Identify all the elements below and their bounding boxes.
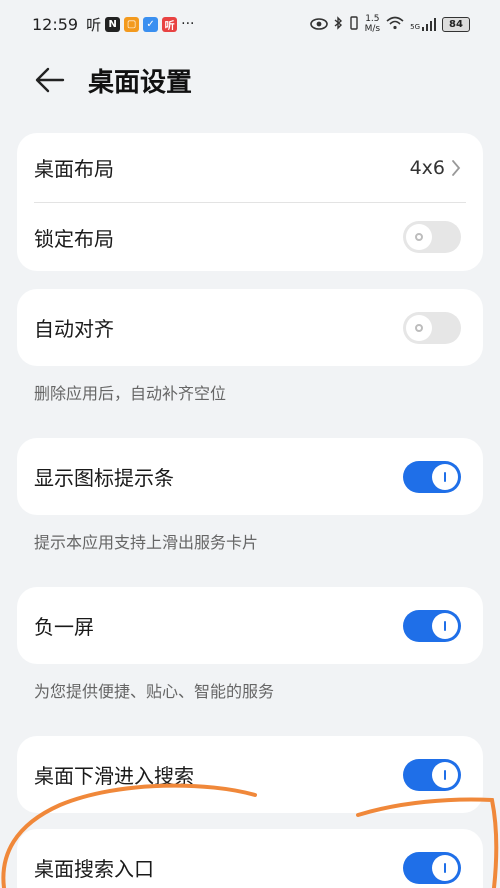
icon-hint-label: 显示图标提示条 (34, 466, 174, 490)
toggle-knob (432, 854, 458, 881)
layout-card: 桌面布局 4x6 锁定布局 (17, 133, 483, 271)
auto-align-label: 自动对齐 (34, 317, 114, 341)
header: 桌面设置 (0, 52, 500, 108)
desktop-layout-label: 桌面布局 (34, 157, 114, 181)
desktop-layout-value: 4x6 (409, 156, 445, 179)
swipe-search-card: 桌面下滑进入搜索 (17, 736, 483, 813)
toggle-knob (432, 612, 458, 639)
network-speed-unit: M/s (364, 24, 381, 34)
search-entry-label: 桌面搜索入口 (34, 857, 154, 881)
toggle-knob (432, 761, 458, 788)
minus-one-row: 负一屏 (17, 587, 483, 664)
ting-app-icon: 听 (86, 15, 102, 34)
swipe-search-label: 桌面下滑进入搜索 (34, 764, 194, 788)
icon-hint-description: 提示本应用支持上滑出服务卡片 (34, 533, 259, 552)
auto-align-row: 自动对齐 (17, 289, 483, 366)
status-left: 12:59 听 N ▢ ✓ 听 ··· (32, 14, 194, 35)
toggle-knob (406, 224, 432, 250)
wifi-icon (386, 15, 404, 34)
toggle-knob (432, 463, 458, 490)
auto-align-card: 自动对齐 (17, 289, 483, 366)
chevron-right-icon (452, 159, 461, 176)
desktop-layout-row[interactable]: 桌面布局 4x6 (17, 133, 483, 202)
minus-one-description: 为您提供便捷、贴心、智能的服务 (34, 682, 275, 701)
eye-comfort-icon (309, 15, 328, 34)
toggle-knob (406, 314, 432, 341)
lock-layout-label: 锁定布局 (34, 226, 114, 251)
back-arrow-icon (35, 67, 65, 93)
app-box-icon: ▢ (124, 16, 140, 32)
screen: 12:59 听 N ▢ ✓ 听 ··· 1.5 M/s 5G 84 桌面设置 桌… (0, 0, 500, 888)
search-entry-toggle[interactable] (403, 851, 461, 884)
app-n-icon: N (105, 16, 121, 32)
status-bar: 12:59 听 N ▢ ✓ 听 ··· 1.5 M/s 5G 84 (0, 0, 500, 48)
icon-hint-row: 显示图标提示条 (17, 438, 483, 515)
icon-hint-toggle[interactable] (403, 460, 461, 493)
lock-layout-row: 锁定布局 (17, 203, 483, 271)
lock-layout-toggle[interactable] (403, 221, 461, 253)
app-bird-icon: ✓ (143, 16, 159, 32)
status-right: 1.5 M/s 5G 84 (309, 14, 470, 34)
vibrate-icon (349, 15, 359, 34)
signal-label: 5G (410, 22, 420, 31)
minus-one-label: 负一屏 (34, 615, 94, 639)
page-title: 桌面设置 (88, 67, 193, 98)
battery-indicator: 84 (442, 16, 470, 32)
app-ting-red-icon: 听 (162, 16, 178, 32)
search-entry-card: 桌面搜索入口 (17, 829, 483, 888)
auto-align-toggle[interactable] (403, 311, 461, 344)
swipe-search-row: 桌面下滑进入搜索 (17, 736, 483, 813)
network-speed: 1.5 M/s (365, 14, 381, 34)
auto-align-description: 删除应用后，自动补齐空位 (34, 384, 227, 403)
status-time: 12:59 (32, 14, 79, 34)
minus-one-card: 负一屏 (17, 587, 483, 664)
minus-one-toggle[interactable] (403, 609, 461, 642)
signal-icon: 5G (410, 17, 436, 31)
network-speed-value: 1.5 (365, 14, 380, 24)
search-entry-row: 桌面搜索入口 (17, 829, 483, 888)
more-notifications-icon: ··· (181, 16, 195, 32)
swipe-search-toggle[interactable] (403, 758, 461, 791)
icon-hint-card: 显示图标提示条 (17, 438, 483, 515)
bluetooth-icon (334, 15, 343, 34)
back-button[interactable] (30, 60, 70, 100)
